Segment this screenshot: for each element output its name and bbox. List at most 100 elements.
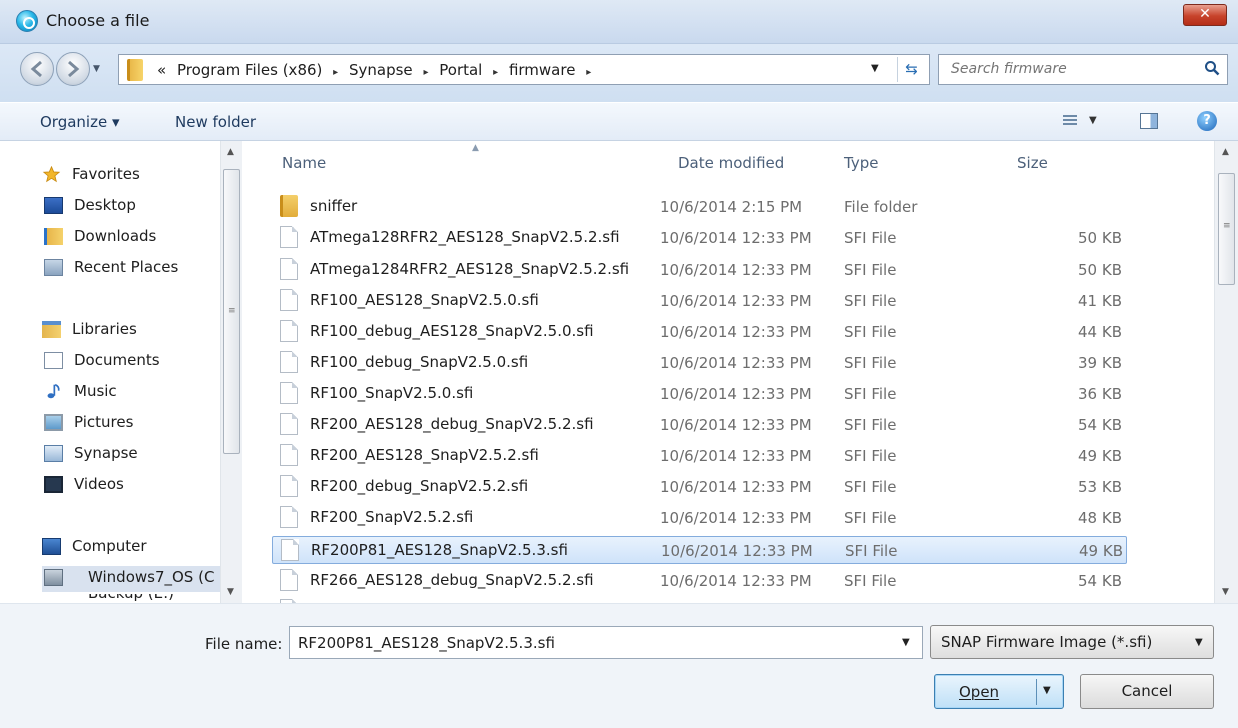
table-row[interactable]: RF100_AES128_SnapV2.5.0.sfi 10/6/2014 12… [272,287,1127,315]
breadcrumb-separator-icon[interactable]: ▸ [333,67,338,78]
libraries-icon [42,321,61,338]
open-button[interactable]: Open ▼ [934,674,1064,709]
breadcrumb-item[interactable]: Program Files (x86) [177,61,322,79]
address-row: ▼ « Program Files (x86) ▸ Synapse ▸ Port… [0,44,1238,102]
table-row[interactable]: ATmega128RFR2_AES128_SnapV2.5.2.sfi 10/6… [272,224,1127,252]
nav-item-favorites[interactable]: Favorites [42,163,220,189]
search-box[interactable] [938,54,1228,85]
close-button[interactable]: ✕ [1183,4,1227,26]
nav-item-windows7-os[interactable]: Windows7_OS (C [42,566,220,592]
file-icon [280,413,298,435]
filename-combobox[interactable]: ▼ [289,626,923,659]
file-icon [280,258,298,280]
table-row-selected[interactable]: RF200P81_AES128_SnapV2.5.3.sfi 10/6/2014… [272,536,1127,564]
preview-pane-icon[interactable] [1140,113,1158,129]
column-header-date[interactable]: Date modified [678,154,784,172]
address-bar[interactable]: « Program Files (x86) ▸ Synapse ▸ Portal… [118,54,930,85]
folder-icon [280,195,298,217]
refresh-button[interactable]: ⇆ [897,57,925,82]
file-list: ▲ Name Date modified Type Size sniffer 1… [262,141,1214,603]
file-icon [281,539,299,561]
breadcrumb-separator-icon[interactable]: ▸ [493,67,498,78]
chevron-down-icon[interactable]: ▼ [1195,637,1203,648]
folder-icon [127,59,143,81]
file-icon [280,569,298,591]
nav-item-synapse[interactable]: Synapse [44,442,220,468]
navigation-pane: Favorites Desktop Downloads Recent Place… [0,141,252,603]
nav-item-music[interactable]: Music [44,380,220,406]
nav-scrollbar[interactable]: ▲ ≡ ▼ [220,141,242,603]
file-icon [280,351,298,373]
table-row[interactable]: RF266_AES128_debug_SnapV2.5.2.sfi 10/6/2… [272,567,1127,595]
history-dropdown-icon[interactable]: ▼ [93,64,107,78]
forward-button[interactable] [56,52,90,86]
nav-item-downloads[interactable]: Downloads [44,225,220,251]
file-type-filter-label: SNAP Firmware Image (*.sfi) [941,633,1153,651]
file-icon [280,444,298,466]
main-area: Favorites Desktop Downloads Recent Place… [0,141,1238,603]
file-type-filter[interactable]: SNAP Firmware Image (*.sfi) ▼ [930,625,1214,659]
new-folder-button[interactable]: New folder [175,113,256,131]
views-icon[interactable] [1063,115,1077,127]
breadcrumb-item[interactable]: Synapse [349,61,413,79]
column-header-size[interactable]: Size [1017,154,1048,172]
organize-button[interactable]: Organize ▾ [40,113,120,131]
breadcrumb-separator-icon[interactable]: ▸ [423,67,428,78]
column-header-type[interactable]: Type [844,154,878,172]
recent-places-icon [44,259,63,276]
dialog-footer: File name: ▼ SNAP Firmware Image (*.sfi)… [0,603,1238,728]
help-icon[interactable]: ? [1197,111,1217,131]
chevron-down-icon[interactable]: ▼ [902,637,910,648]
breadcrumb-overflow[interactable]: « [157,61,166,79]
nav-item-desktop[interactable]: Desktop [44,194,220,220]
downloads-icon [44,228,63,245]
forward-arrow-icon [68,60,80,78]
grip-icon: ≡ [228,306,236,316]
back-button[interactable] [20,52,54,86]
column-headers: ▲ Name Date modified Type Size [262,141,1214,187]
table-row[interactable]: sniffer 10/6/2014 2:15 PM File folder [272,193,1127,221]
scroll-up-icon[interactable]: ▲ [1222,147,1229,157]
scroll-down-icon[interactable]: ▼ [227,587,234,597]
table-row[interactable]: RF100_debug_SnapV2.5.0.sfi 10/6/2014 12:… [272,349,1127,377]
nav-item-documents[interactable]: Documents [44,349,220,375]
table-row[interactable]: RF100_debug_AES128_SnapV2.5.0.sfi 10/6/2… [272,318,1127,346]
file-icon [280,475,298,497]
column-header-name[interactable]: Name [282,154,326,172]
open-dropdown-icon[interactable]: ▼ [1043,685,1051,696]
star-icon [42,166,61,183]
address-dropdown-icon[interactable]: ▼ [871,63,879,74]
search-icon[interactable] [1204,60,1220,76]
window-title: Choose a file [46,11,150,30]
table-row[interactable]: ATmega1284RFR2_AES128_SnapV2.5.2.sfi 10/… [272,256,1127,284]
nav-item-computer[interactable]: Computer [42,535,220,561]
file-icon [280,320,298,342]
file-icon [280,226,298,248]
table-row[interactable]: RF100_SnapV2.5.0.sfi 10/6/2014 12:33 PM … [272,380,1127,408]
file-icon [280,289,298,311]
documents-icon [44,352,63,369]
table-row[interactable]: RF200_debug_SnapV2.5.2.sfi 10/6/2014 12:… [272,473,1127,501]
filename-input[interactable] [298,634,888,652]
music-icon [47,383,60,399]
breadcrumb-item[interactable]: Portal [439,61,482,79]
views-dropdown-icon[interactable]: ▼ [1089,115,1097,126]
search-input[interactable] [951,61,1191,77]
cancel-button[interactable]: Cancel [1080,674,1214,709]
nav-item-libraries[interactable]: Libraries [42,318,220,344]
breadcrumb: « Program Files (x86) ▸ Synapse ▸ Portal… [157,61,597,79]
table-row[interactable]: RF200_AES128_debug_SnapV2.5.2.sfi 10/6/2… [272,411,1127,439]
table-row[interactable]: RF200_SnapV2.5.2.sfi 10/6/2014 12:33 PM … [272,504,1127,532]
table-row[interactable]: RF200_AES128_SnapV2.5.2.sfi 10/6/2014 12… [272,442,1127,470]
nav-item-videos[interactable]: Videos [44,473,220,499]
nav-item-pictures[interactable]: Pictures [44,411,220,437]
desktop-icon [44,197,63,214]
scroll-down-icon[interactable]: ▼ [1222,587,1229,597]
grip-icon: ≡ [1223,221,1231,231]
breadcrumb-item[interactable]: firmware [509,61,576,79]
nav-item-recent-places[interactable]: Recent Places [44,256,220,282]
breadcrumb-separator-icon[interactable]: ▸ [586,67,591,78]
scroll-up-icon[interactable]: ▲ [227,147,234,157]
nav-item-backup[interactable]: Backup (E:) [62,594,220,603]
file-list-scrollbar[interactable]: ▲ ≡ ▼ [1214,141,1238,603]
